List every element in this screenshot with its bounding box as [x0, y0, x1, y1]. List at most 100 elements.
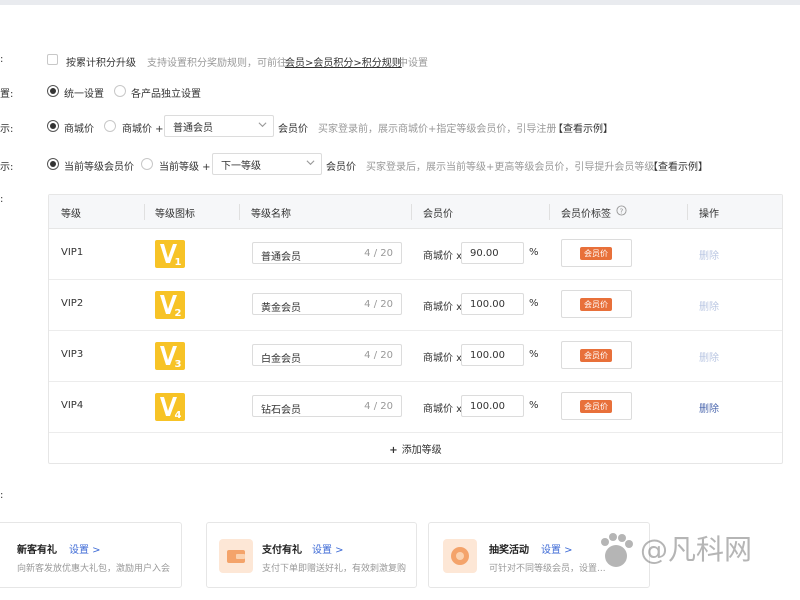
level-cell: VIP3 — [61, 349, 84, 360]
view-example-link[interactable]: 【查看示例】 — [648, 158, 708, 173]
table-header: 等级 等级图标 等级名称 会员价 会员价标签 ? 操作 — [49, 195, 782, 229]
points-hint-suffix: 中设置 — [398, 58, 428, 69]
price-tag-picker[interactable]: 会员价 — [561, 392, 632, 420]
member-level-select[interactable]: 普通会员 — [164, 115, 274, 137]
table-row: VIP1 1 普通会员 4 / 20 商城价 x 90.00 % 会员价 删除 — [49, 229, 782, 280]
member-price-tag: 会员价 — [580, 298, 612, 311]
card-new-customer-gift[interactable]: 新客有礼 设置 > 向新客发放优惠大礼包，激励用户入会 — [0, 522, 182, 588]
row-label: 示: — [0, 162, 14, 173]
level-name-input[interactable]: 钻石会员 4 / 20 — [252, 395, 402, 417]
header-op: 操作 — [699, 209, 719, 220]
help-circle-icon[interactable]: ? — [616, 205, 627, 216]
delete-button[interactable]: 删除 — [699, 400, 719, 415]
header-name: 等级名称 — [251, 209, 291, 220]
next-level-select-value: 下一等级 — [221, 160, 261, 172]
top-strip — [0, 0, 800, 5]
price-tag-picker[interactable]: 会员价 — [561, 290, 632, 318]
card-settings-link[interactable]: 设置 > — [69, 541, 101, 556]
price-tag-picker[interactable]: 会员价 — [561, 341, 632, 369]
lottery-wheel-icon — [443, 539, 477, 573]
vip-badge-icon: 4 — [155, 393, 185, 421]
member-price-tag: 会员价 — [580, 247, 612, 260]
percent-sign: % — [529, 247, 539, 258]
card-title: 抽奖活动 — [489, 545, 529, 556]
header-tag: 会员价标签 — [561, 209, 611, 220]
price-label: 商城价 x — [423, 353, 463, 364]
mall-plus-member-radio[interactable] — [104, 120, 116, 132]
unified-setting-radio[interactable] — [47, 85, 59, 97]
price-input[interactable]: 100.00 — [461, 395, 524, 417]
after-login-hint: 买家登录后，展示当前等级+更高等级会员价，引导提升会员等级 — [366, 162, 655, 173]
points-rule-link[interactable]: 会员>会员积分>积分规则 — [285, 54, 402, 69]
card-desc: 可针对不同等级会员，设置... — [489, 564, 606, 574]
price-input[interactable]: 90.00 — [461, 242, 524, 264]
percent-sign: % — [529, 400, 539, 411]
per-product-label: 各产品独立设置 — [131, 89, 201, 100]
price-label: 商城价 x — [423, 302, 463, 313]
card-desc: 向新客发放优惠大礼包，激励用户入会 — [17, 564, 171, 574]
table-row: VIP2 2 黄金会员 4 / 20 商城价 x 100.00 % 会员价 删除 — [49, 280, 782, 331]
header-level: 等级 — [61, 209, 81, 220]
watermark-text: @凡科网 — [640, 533, 753, 566]
member-level-table: 等级 等级图标 等级名称 会员价 会员价标签 ? 操作 VIP1 1 普通会员 4… — [48, 194, 783, 464]
percent-sign: % — [529, 298, 539, 309]
card-title: 支付有礼 — [262, 545, 302, 556]
member-price-label: 会员价 — [326, 162, 356, 173]
price-input[interactable]: 100.00 — [461, 344, 524, 366]
row-label: : — [0, 194, 4, 205]
mall-price-radio[interactable] — [47, 120, 59, 132]
member-price-label: 会员价 — [278, 124, 308, 135]
row-label: : — [0, 54, 4, 65]
delete-button[interactable]: 删除 — [699, 298, 719, 313]
price-label: 商城价 x — [423, 404, 463, 415]
row-label: : — [0, 490, 4, 501]
next-level-select[interactable]: 下一等级 — [212, 153, 322, 175]
header-price: 会员价 — [423, 209, 453, 220]
card-payment-gift[interactable]: 支付有礼 设置 > 支付下单即赠送好礼，有效刺激复购 — [206, 522, 417, 588]
level-name-input[interactable]: 白金会员 4 / 20 — [252, 344, 402, 366]
delete-button[interactable]: 删除 — [699, 247, 719, 262]
vip-digit: 1 — [175, 257, 182, 268]
vip-badge-icon: 3 — [155, 342, 185, 370]
member-price-tag: 会员价 — [580, 400, 612, 413]
unified-setting-label: 统一设置 — [64, 89, 104, 100]
vip-digit: 2 — [175, 308, 182, 319]
delete-button[interactable]: 删除 — [699, 349, 719, 364]
before-login-hint: 买家登录前，展示商城价+指定等级会员价，引导注册 — [318, 124, 557, 135]
row-label: 示: — [0, 124, 14, 135]
view-example-link[interactable]: 【查看示例】 — [553, 120, 613, 135]
card-desc: 支付下单即赠送好礼，有效刺激复购 — [262, 564, 407, 574]
table-row: VIP4 4 钻石会员 4 / 20 商城价 x 100.00 % 会员价 删除 — [49, 382, 782, 433]
level-cell: VIP1 — [61, 247, 84, 258]
current-plus-level-radio[interactable] — [141, 158, 153, 170]
baidu-paw-logo — [601, 533, 633, 567]
price-tag-picker[interactable]: 会员价 — [561, 239, 632, 267]
add-level-button[interactable]: + 添加等级 — [49, 441, 782, 456]
per-product-radio[interactable] — [114, 85, 126, 97]
mall-price-label: 商城价 — [64, 124, 94, 135]
percent-sign: % — [529, 349, 539, 360]
member-price-tag: 会员价 — [580, 349, 612, 362]
points-upgrade-checkbox[interactable] — [47, 54, 58, 65]
card-settings-link[interactable]: 设置 > — [312, 541, 344, 556]
svg-text:?: ? — [620, 206, 624, 215]
vip-badge-icon: 2 — [155, 291, 185, 319]
level-name-input[interactable]: 黄金会员 4 / 20 — [252, 293, 402, 315]
current-level-radio[interactable] — [47, 158, 59, 170]
vip-digit: 3 — [175, 359, 182, 370]
price-input[interactable]: 100.00 — [461, 293, 524, 315]
vip-badge-icon: 1 — [155, 240, 185, 268]
level-cell: VIP2 — [61, 298, 84, 309]
wallet-icon — [219, 539, 253, 573]
card-title: 新客有礼 — [17, 545, 57, 556]
plus-icon: + — [389, 445, 398, 456]
card-settings-link[interactable]: 设置 > — [541, 541, 573, 556]
price-label: 商城价 x — [423, 251, 463, 262]
level-cell: VIP4 — [61, 400, 84, 411]
row-label: 置: — [0, 89, 14, 100]
current-level-label: 当前等级会员价 — [64, 162, 134, 173]
points-upgrade-label: 按累计积分升级 — [66, 58, 136, 69]
table-row: VIP3 3 白金会员 4 / 20 商城价 x 100.00 % 会员价 删除 — [49, 331, 782, 382]
level-name-input[interactable]: 普通会员 4 / 20 — [252, 242, 402, 264]
member-level-select-value: 普通会员 — [173, 122, 213, 134]
